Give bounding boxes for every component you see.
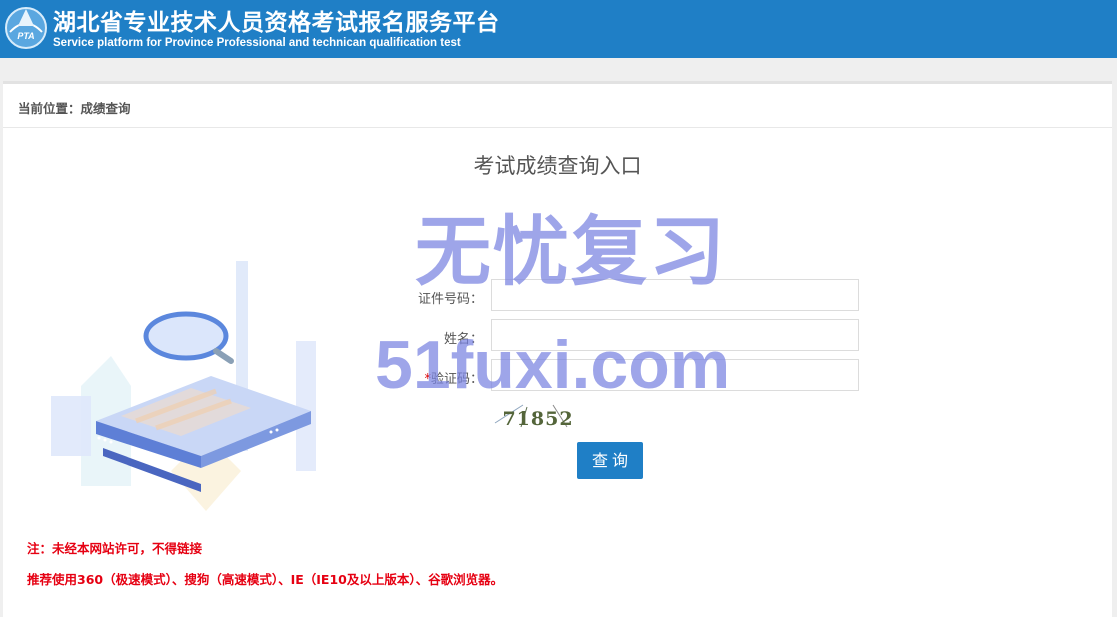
captcha-label: 验证码：: [430, 372, 483, 387]
link-restriction-note: 注：未经本网站许可，不得链接: [27, 541, 203, 556]
pta-logo: PTA: [5, 7, 47, 49]
svg-text:71852: 71852: [502, 408, 573, 430]
query-button[interactable]: 查询: [577, 442, 643, 479]
svg-text:PTA: PTA: [17, 31, 34, 41]
form-title: 考试成绩查询入口: [473, 154, 642, 178]
captcha-input[interactable]: [491, 359, 859, 391]
id-number-input[interactable]: [491, 279, 859, 311]
main-panel: 当前位置：成绩查询 考试成绩查询入口 证件号码： 姓名： *验证码： 71852: [3, 81, 1112, 617]
site-title: 湖北省专业技术人员资格考试报名服务平台: [53, 10, 500, 36]
breadcrumb: 当前位置：成绩查询: [3, 84, 1112, 128]
name-label: 姓名：: [443, 332, 483, 347]
captcha-label-wrap: *验证码：: [383, 368, 483, 387]
breadcrumb-text: 当前位置：成绩查询: [18, 101, 131, 116]
site-header: PTA 湖北省专业技术人员资格考试报名服务平台 Service platform…: [0, 0, 1117, 58]
id-number-label: 证件号码：: [417, 292, 483, 307]
search-illustration: [51, 261, 316, 511]
captcha-image[interactable]: 71852: [493, 401, 583, 431]
site-subtitle: Service platform for Province Profession…: [53, 37, 461, 49]
browser-recommendation-note: 推荐使用360（极速模式）、搜狗（高速模式）、IE（IE10及以上版本）、谷歌浏…: [27, 572, 504, 587]
name-input[interactable]: [491, 319, 859, 351]
